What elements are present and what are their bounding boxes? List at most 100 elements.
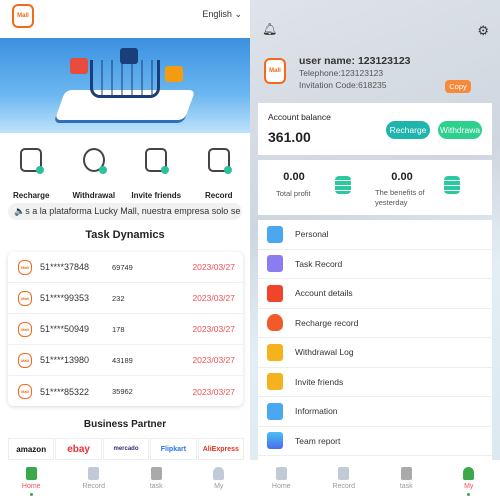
chevron-down-icon: ⌄ [234, 9, 242, 19]
recharge-button[interactable]: Recharge [386, 121, 430, 139]
business-partner-title: Business Partner [83, 419, 167, 430]
menu-label: Personal [295, 229, 329, 240]
mall-logo-icon: Mall [18, 290, 32, 306]
speaker-icon: 🔈 [14, 206, 26, 216]
bag-icon [25, 467, 37, 480]
nav-my[interactable]: My [188, 460, 251, 500]
language-select[interactable]: English ⌄ [202, 9, 242, 20]
task-amount: 43189 [112, 355, 133, 365]
task-amount: 232 [112, 293, 125, 303]
quick-label: Recharge [13, 191, 50, 200]
menu-list: Personal Task Record Account details Rec… [258, 220, 492, 460]
avatar: Mall [264, 58, 286, 84]
nav-task[interactable]: task [375, 460, 438, 500]
menu-label: Task Record [295, 258, 343, 269]
banner[interactable] [0, 38, 250, 133]
quick-actions: Recharge Withdrawal Invite friends Recor… [0, 148, 250, 200]
money-bag-icon [267, 314, 283, 332]
gift-box [120, 48, 138, 64]
task-amount: 69749 [112, 262, 133, 272]
nav-label: My [464, 483, 474, 490]
menu-label: Information [295, 406, 338, 417]
menu-invite-friends[interactable]: Invite friends [258, 368, 492, 397]
mall-logo-icon: Mall [18, 352, 32, 368]
partner-mercado[interactable]: mercado [102, 438, 150, 460]
task-date: 2023/03/27 [192, 386, 235, 397]
menu-team-report[interactable]: Team report [258, 427, 492, 456]
quick-recharge[interactable]: Recharge [0, 148, 63, 200]
yesterday-label: The benefits of yesterday [375, 188, 425, 207]
task-list: Mall 51****37848 69749 2023/03/27 Mall 51***… [8, 252, 243, 406]
menu-withdrawal-log[interactable]: Withdrawal Log [258, 338, 492, 368]
task-phone: 51****85322 [40, 386, 90, 397]
bag-icon [275, 467, 287, 480]
home-screen: Mall English ⌄ Recharge Withdrawal Invit… [0, 0, 250, 500]
gift-box [70, 58, 88, 74]
quick-record[interactable]: Record [188, 148, 251, 200]
partner-amazon[interactable]: amazon [8, 438, 55, 460]
partner-ebay[interactable]: ebay [55, 438, 102, 460]
menu-recharge-record[interactable]: Recharge record [258, 309, 492, 338]
nav-label: task [399, 483, 413, 490]
wallet-icon [267, 343, 283, 361]
gift-icon [267, 373, 283, 391]
coin-icon [82, 148, 107, 174]
nav-record[interactable]: Record [63, 460, 126, 500]
task-date: 2023/03/27 [192, 293, 235, 303]
nav-home[interactable]: Home [0, 460, 63, 500]
task-row: Mall 51****50949 178 2023/03/27 [8, 314, 243, 345]
notice-marquee[interactable]: 🔈s a la plataforma Lucky Mall, nuestra e… [8, 203, 242, 220]
menu-task-record[interactable]: Task Record [258, 250, 492, 279]
mall-logo-icon: Mall [18, 259, 32, 275]
withdraw-button[interactable]: Withdrawa [438, 121, 482, 139]
mall-logo-icon: Mall [18, 321, 32, 337]
quick-withdrawal[interactable]: Withdrawal [63, 148, 126, 200]
telephone: Telephone:123123123 [299, 68, 384, 78]
quick-label: Record [204, 191, 233, 200]
app-logo: Mall [12, 4, 34, 28]
layers-icon [267, 432, 283, 450]
copy-button[interactable]: Copy [445, 80, 471, 93]
task-phone: 51****37848 [40, 262, 90, 272]
task-row: Mall 51****99353 232 2023/03/27 [8, 283, 243, 314]
gear-icon[interactable]: ⚙ [477, 23, 489, 39]
nav-my[interactable]: My [438, 460, 500, 500]
quick-label: Invite friends [131, 191, 182, 200]
task-dynamics-title: Task Dynamics [85, 229, 165, 241]
task-phone: 51****50949 [40, 324, 90, 334]
partner-logos: amazon ebay mercado Flipkart AliExpress [8, 438, 245, 460]
nav-task[interactable]: task [125, 460, 188, 500]
menu-account-details[interactable]: Account details [258, 279, 492, 309]
invitation-code: Invitation Code:618235 [299, 80, 387, 90]
language-label: English [202, 9, 232, 19]
total-profit-label: Total profit [276, 189, 311, 198]
menu-personal[interactable]: Personal [258, 220, 492, 250]
nav-label: Record [332, 483, 356, 490]
quick-invite[interactable]: Invite friends [125, 148, 188, 200]
bottom-nav: Home Record task My [0, 460, 250, 500]
task-amount: 35962 [112, 387, 133, 396]
partner-flipkart[interactable]: Flipkart [150, 438, 197, 460]
task-date: 2023/03/27 [192, 324, 235, 334]
user-icon [213, 467, 225, 480]
menu-label: Recharge record [295, 317, 359, 328]
coins-percent-icon [444, 176, 460, 194]
task-icon [150, 467, 162, 480]
envelope-icon [145, 148, 170, 174]
task-phone: 51****13980 [40, 355, 90, 365]
bell-icon[interactable]: 🔔︎ [262, 22, 277, 36]
task-row: Mall 51****85322 35962 2023/03/27 [8, 376, 243, 407]
menu-label: Account details [295, 288, 353, 299]
menu-label: Withdrawal Log [295, 347, 354, 358]
nav-record[interactable]: Record [313, 460, 376, 500]
message-icon [267, 402, 283, 420]
menu-information[interactable]: Information [258, 397, 492, 427]
partner-aliexpress[interactable]: AliExpress [197, 438, 245, 460]
nav-label: My [214, 483, 224, 490]
balance-value: 361.00 [268, 129, 311, 145]
task-date: 2023/03/27 [192, 355, 235, 365]
balance-card: Account balance 361.00 Recharge Withdraw… [258, 103, 492, 155]
receipt-icon [267, 255, 283, 273]
mall-logo-icon: Mall [18, 384, 32, 399]
nav-home[interactable]: Home [250, 460, 313, 500]
